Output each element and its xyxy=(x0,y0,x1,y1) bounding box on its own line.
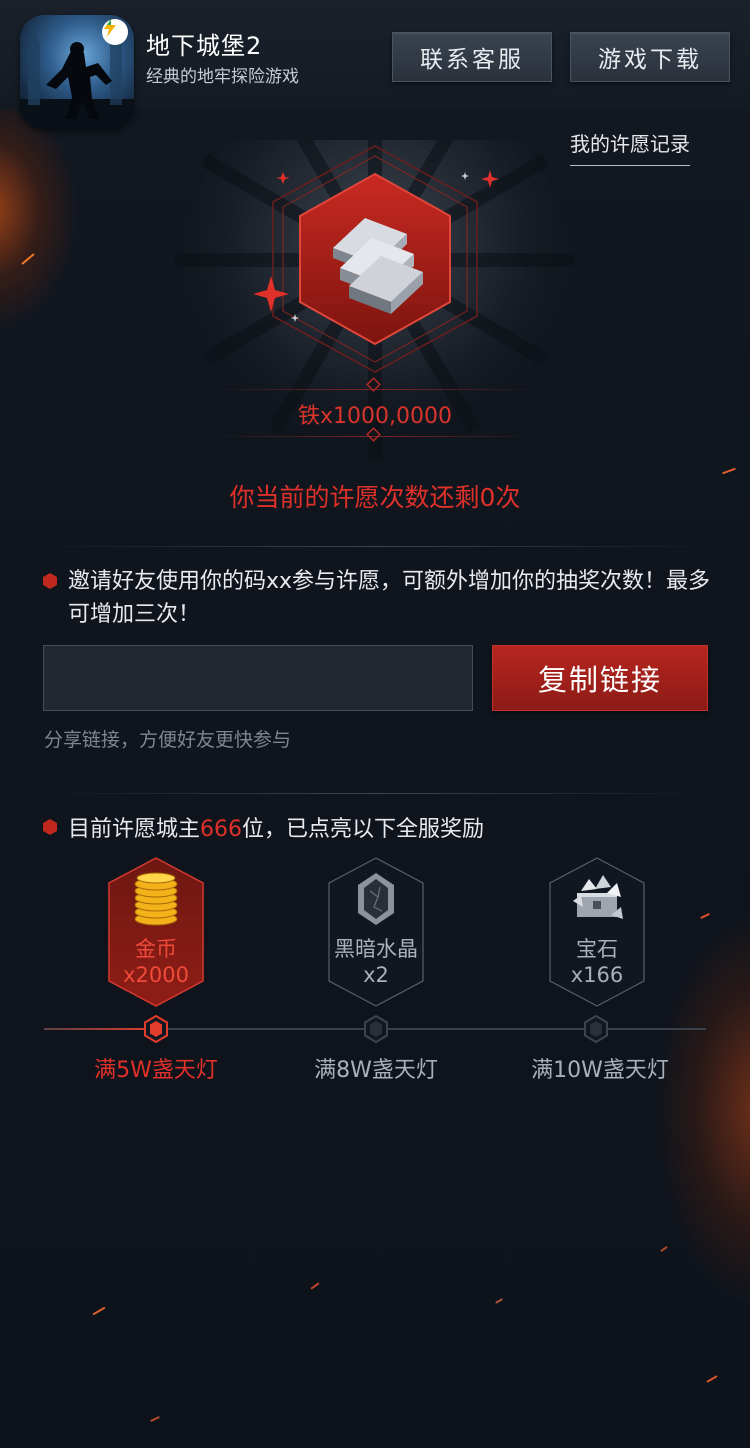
milestone-progress-fill xyxy=(44,1028,156,1030)
invite-code-input[interactable] xyxy=(43,645,473,711)
game-download-button[interactable]: 游戏下载 xyxy=(570,32,730,82)
ember-spark xyxy=(495,1298,503,1304)
milestone-label: 满8W盏天灯 xyxy=(314,1058,438,1083)
lightning-bolt-icon xyxy=(102,19,128,45)
section-divider xyxy=(40,546,710,547)
dark-crystal-icon xyxy=(358,873,394,925)
hex-bullet-icon xyxy=(43,819,57,835)
reward-amount: x166 xyxy=(570,963,624,987)
prize-divider-top xyxy=(210,389,540,390)
wish-lords-summary: 目前许愿城主666位，已点亮以下全服奖励 xyxy=(68,811,484,843)
ember-spark xyxy=(92,1306,106,1316)
gems-chest-icon xyxy=(573,875,623,919)
milestone-node-active xyxy=(144,1015,168,1043)
hex-bullet-icon xyxy=(43,573,57,589)
app-name: 地下城堡2 xyxy=(146,32,263,60)
dungeon-hero-app-icon[interactable] xyxy=(20,15,134,129)
my-wish-records-link[interactable]: 我的许愿记录 xyxy=(570,128,690,166)
invite-description: 邀请好友使用你的码xx参与许愿，可额外增加你的抽奖次数！最多可增加三次！ xyxy=(68,569,711,627)
ember-spark xyxy=(310,1282,320,1290)
reward-gold-coins: 金币 x2000 xyxy=(108,857,204,1007)
contact-service-button[interactable]: 联系客服 xyxy=(392,32,552,82)
reward-gems: 宝石 x166 xyxy=(549,857,645,1007)
milestone-node-inactive xyxy=(584,1015,608,1043)
prize-name: 铁x1000,0000 xyxy=(298,404,452,429)
reward-amount: x2 xyxy=(363,963,389,987)
share-hint-text: 分享链接，方便好友更快参与 xyxy=(44,729,292,751)
reward-name: 金币 xyxy=(135,937,177,961)
milestone-label: 满5W盏天灯 xyxy=(94,1058,218,1083)
remaining-wishes-text: 你当前的许愿次数还剩0次 xyxy=(229,483,521,512)
ember-spark xyxy=(21,253,35,265)
prize-divider-bottom xyxy=(210,436,540,437)
ember-spark xyxy=(700,912,710,920)
app-header: 地下城堡2 经典的地牢探险游戏 联系客服 游戏下载 xyxy=(0,0,750,129)
copy-link-button[interactable]: 复制链接 xyxy=(492,645,708,711)
app-description: 经典的地牢探险游戏 xyxy=(146,67,299,87)
section-divider xyxy=(40,793,710,794)
reward-dark-crystal: 黑暗水晶 x2 xyxy=(328,857,424,1007)
gold-coins-icon xyxy=(134,872,178,926)
reward-amount: x2000 xyxy=(123,963,189,987)
ember-spark xyxy=(706,1375,718,1383)
reward-name: 黑暗水晶 xyxy=(334,937,418,961)
wish-page: 地下城堡2 经典的地牢探险游戏 联系客服 游戏下载 我的许愿记录 铁x1000,… xyxy=(0,0,750,1448)
milestone-label: 满10W盏天灯 xyxy=(531,1058,669,1083)
ember-spark xyxy=(150,1415,160,1423)
lords-suffix: 位，已点亮以下全服奖励 xyxy=(242,817,485,842)
reward-name: 宝石 xyxy=(576,937,618,961)
ember-spark xyxy=(660,1245,668,1253)
ember-spark xyxy=(722,467,736,475)
lords-count: 666 xyxy=(200,817,243,842)
lords-prefix: 目前许愿城主 xyxy=(68,817,201,842)
milestone-node-inactive xyxy=(364,1015,388,1043)
